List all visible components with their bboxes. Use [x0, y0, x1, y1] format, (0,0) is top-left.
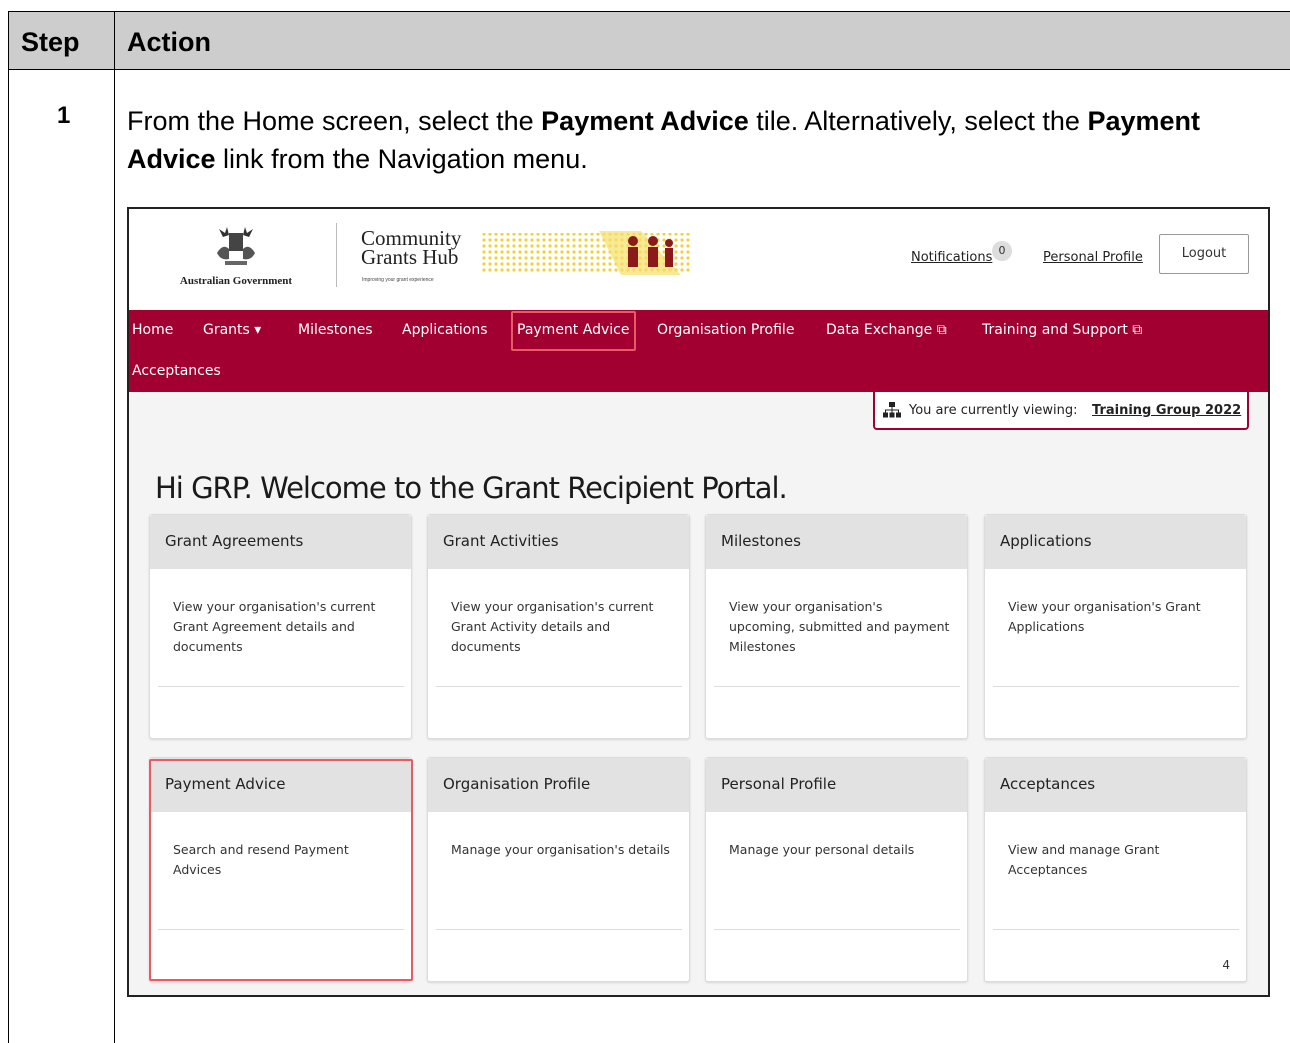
column-divider: [114, 12, 115, 1043]
tile-applications[interactable]: Applications View your organisation's Gr…: [984, 514, 1247, 739]
step-instruction: From the Home screen, select the Payment…: [127, 106, 1200, 174]
personal-profile-link[interactable]: Personal Profile: [1043, 250, 1143, 265]
welcome-heading: Hi GRP. Welcome to the Grant Recipient P…: [155, 471, 788, 505]
nav-training-support[interactable]: Training and Support ⧉: [982, 322, 1142, 338]
tile-grant-activities[interactable]: Grant Activities View your organisation'…: [427, 514, 690, 739]
tile-description: Manage your organisation's details: [451, 842, 670, 857]
tile-title: Grant Agreements: [150, 515, 411, 569]
portal-screenshot: Australian Government Community Grants H…: [127, 207, 1270, 997]
tile-divider: [714, 929, 960, 930]
tile-acceptances[interactable]: Acceptances View and manage Grant Accept…: [984, 757, 1247, 982]
coat-of-arms-icon: [217, 227, 255, 265]
tile-divider: [714, 686, 960, 687]
brand-name: Community Grants Hub: [361, 226, 462, 269]
nav-milestones[interactable]: Milestones: [298, 322, 373, 338]
current-org-indicator: You are currently viewing: Training Grou…: [873, 392, 1249, 430]
nav-data-exchange[interactable]: Data Exchange ⧉: [826, 322, 947, 338]
viewing-label: You are currently viewing:: [909, 403, 1078, 418]
tile-title: Applications: [985, 515, 1246, 569]
nav-applications[interactable]: Applications: [402, 322, 488, 338]
portal-header: Australian Government Community Grants H…: [129, 209, 1268, 310]
tile-grant-agreements[interactable]: Grant Agreements View your organisation'…: [149, 514, 412, 739]
tile-title: Acceptances: [985, 758, 1246, 812]
tile-description: View your organisation's Grant Applicati…: [1008, 599, 1201, 634]
tile-description: View your organisation's current Grant A…: [451, 599, 654, 654]
nav-payment-advice-highlight: [511, 311, 636, 351]
logout-button[interactable]: Logout: [1159, 234, 1249, 274]
tile-divider: [158, 686, 404, 687]
nav-acceptances[interactable]: Acceptances: [132, 363, 221, 379]
nav-grants-dropdown[interactable]: Grants ▾: [203, 322, 261, 338]
main-navigation: Home Grants ▾ Milestones Applications Pa…: [129, 310, 1268, 392]
tile-milestones[interactable]: Milestones View your organisation's upco…: [705, 514, 968, 739]
payment-advice-tile-highlight: [149, 759, 413, 981]
tile-divider: [993, 686, 1239, 687]
tile-description: View and manage Grant Acceptances: [1008, 842, 1160, 877]
notifications-link[interactable]: Notifications: [911, 250, 992, 265]
logo-divider: [336, 223, 337, 287]
viewing-org-link[interactable]: Training Group 2022: [1092, 403, 1241, 418]
tile-title: Personal Profile: [706, 758, 967, 812]
header-step: Step: [21, 27, 80, 57]
tile-description: View your organisation's current Grant A…: [173, 599, 376, 654]
acceptances-count: 4: [1222, 958, 1230, 972]
notifications-count-badge: 0: [992, 241, 1012, 261]
tile-divider: [993, 929, 1239, 930]
tile-title: Organisation Profile: [428, 758, 689, 812]
tile-organisation-profile[interactable]: Organisation Profile Manage your organis…: [427, 757, 690, 982]
nav-organisation-profile[interactable]: Organisation Profile: [657, 322, 794, 338]
tile-description: Manage your personal details: [729, 842, 915, 857]
nav-home[interactable]: Home: [132, 322, 173, 338]
gov-label: Australian Government: [179, 275, 293, 287]
tile-personal-profile[interactable]: Personal Profile Manage your personal de…: [705, 757, 968, 982]
australian-government-logo: Australian Government: [171, 223, 301, 293]
tile-title: Milestones: [706, 515, 967, 569]
brand-graphic-icon: [481, 231, 691, 275]
tile-title: Grant Activities: [428, 515, 689, 569]
tile-description: View your organisation's upcoming, submi…: [729, 599, 950, 654]
step-number: 1: [57, 102, 71, 129]
org-hierarchy-icon: [883, 402, 901, 418]
tile-divider: [436, 929, 682, 930]
tile-divider: [436, 686, 682, 687]
brand-tagline: Improving your grant experience: [362, 277, 434, 283]
header-action: Action: [127, 27, 211, 57]
